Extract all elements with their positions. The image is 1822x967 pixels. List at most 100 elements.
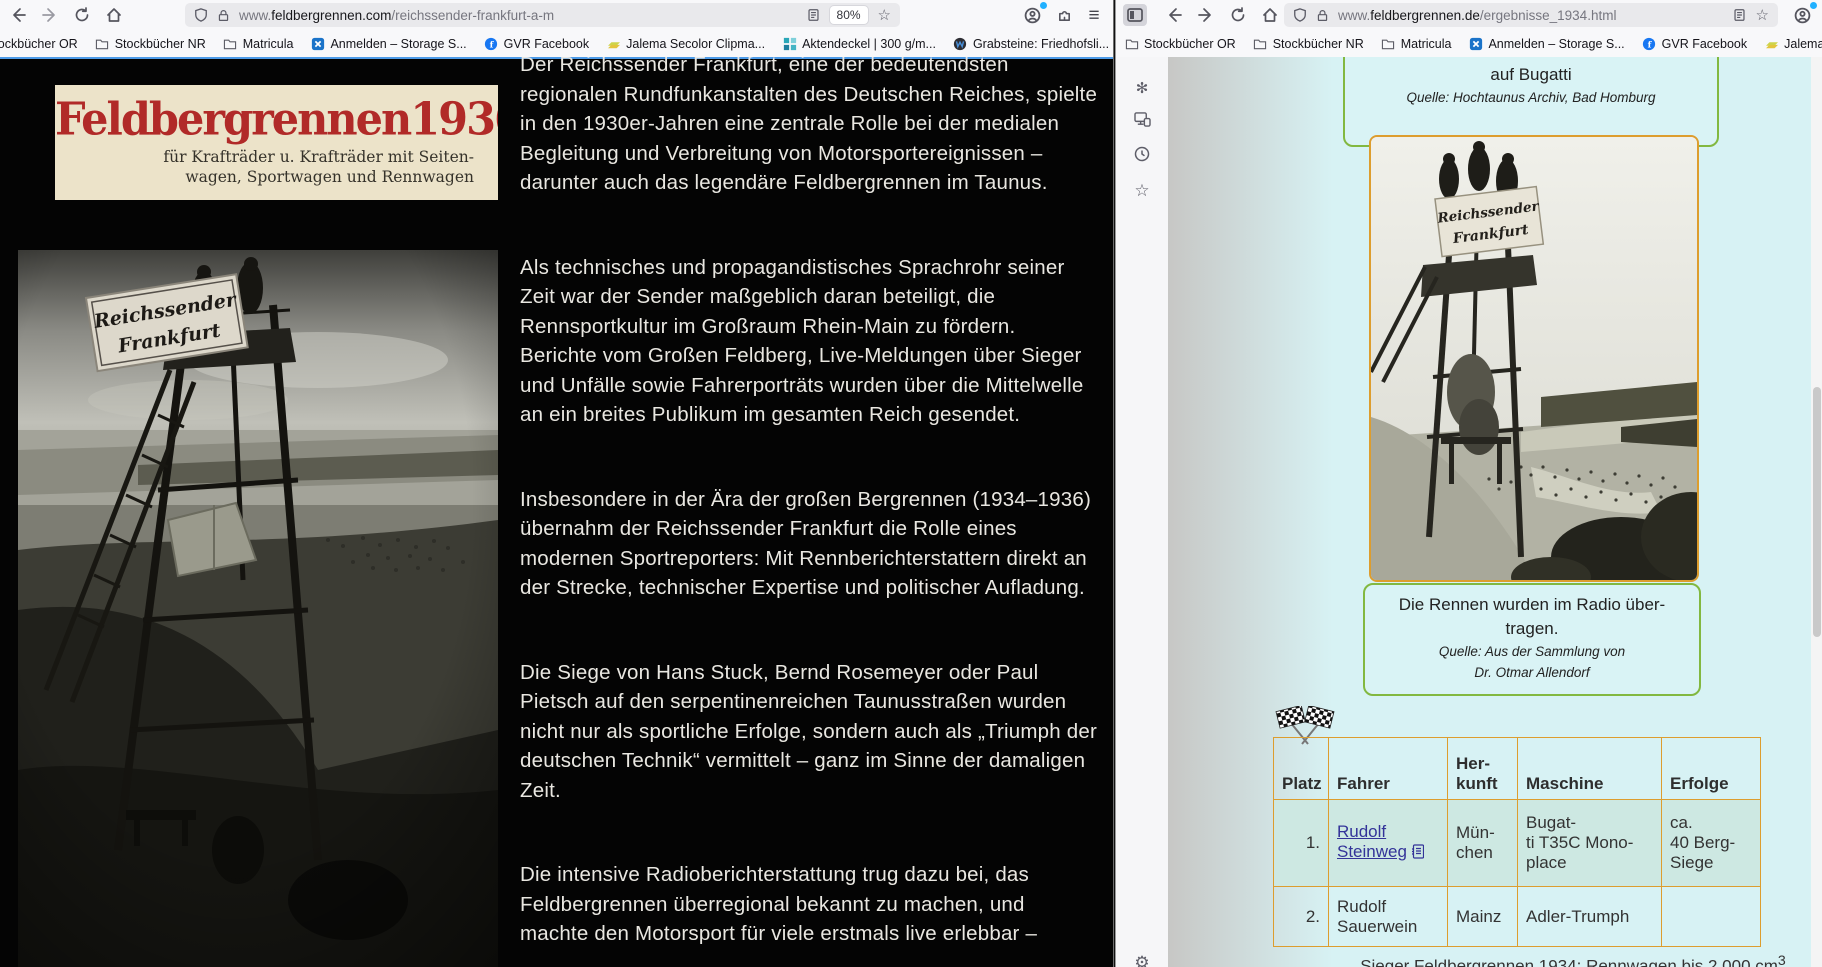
results-page: auf Bugatti Quelle: Hochtaunus Archiv, B… bbox=[1168, 57, 1822, 967]
reload-button[interactable] bbox=[70, 4, 94, 26]
reader-view-icon[interactable] bbox=[807, 8, 820, 22]
account-icon[interactable] bbox=[1790, 4, 1814, 26]
bookmark-item[interactable]: Stockbücher NR bbox=[1253, 36, 1364, 51]
folder-icon bbox=[1124, 36, 1139, 51]
bookmark-item[interactable]: Stockbücher OR bbox=[1124, 36, 1236, 51]
scrollbar-thumb[interactable] bbox=[1813, 387, 1821, 637]
address-bar[interactable]: www.feldbergrennen.com/reichssender-fran… bbox=[185, 3, 900, 27]
poster-subtitle-line1: für Krafträder u. Krafträder mit Seiten- bbox=[163, 148, 474, 166]
zoom-level-badge[interactable]: 80% bbox=[830, 6, 868, 24]
lock-icon[interactable] bbox=[1316, 9, 1329, 22]
bookmark-item[interactable]: Matricula bbox=[223, 36, 294, 51]
tower-photo-left: Reichssender Frankfurt bbox=[18, 250, 498, 967]
reader-view-icon[interactable] bbox=[1733, 8, 1746, 22]
shield-icon[interactable] bbox=[194, 8, 208, 22]
url-www: www. bbox=[239, 8, 271, 23]
bookmark-label: Matricula bbox=[1401, 37, 1452, 51]
caption-top-source: Quelle: Hochtaunus Archiv, Bad Homburg bbox=[1345, 87, 1717, 108]
jalema-icon bbox=[1764, 36, 1779, 51]
paragraph: Der Reichssender Frankfurt, eine der bed… bbox=[520, 57, 1098, 198]
bookmark-label: Stockbücher NR bbox=[1273, 37, 1364, 51]
grabsteine-icon bbox=[953, 36, 968, 51]
url-text[interactable]: www.feldbergrennen.de/ergebnisse_1934.ht… bbox=[1338, 8, 1733, 23]
bookmark-label: Aktendeckel | 300 g/m... bbox=[802, 37, 936, 51]
back-button[interactable] bbox=[1162, 4, 1186, 26]
url-path: /ergebnisse_1934.html bbox=[1480, 8, 1617, 23]
race-poster-image: Feldbergrennen1936 für Krafträder u. Kra… bbox=[55, 85, 498, 200]
paragraph: Die intensive Radioberichterstattung tru… bbox=[520, 860, 1098, 949]
caption-bottom-text: Die Rennen wurden im Radio über- tragen. bbox=[1365, 593, 1699, 641]
reload-button[interactable] bbox=[1226, 4, 1250, 26]
right-page-content: ✻ ☆ ⚙ auf Bugatti Quelle: Hochtaunus Arc… bbox=[1116, 57, 1822, 967]
synced-tabs-icon[interactable] bbox=[1116, 112, 1168, 130]
folder-icon bbox=[95, 36, 110, 51]
screenshot-stage: www.feldbergrennen.com/reichssender-fran… bbox=[0, 0, 1822, 967]
bookmark-item[interactable]: Stockbücher NR bbox=[95, 36, 206, 51]
bookmark-item[interactable]: Grabsteine: Friedhofsli... bbox=[953, 36, 1109, 51]
bookmark-item[interactable]: Stockbücher OR bbox=[0, 36, 78, 51]
forward-button[interactable] bbox=[38, 4, 62, 26]
cell-fahrer: Rudolf Steinweg bbox=[1329, 800, 1448, 887]
col-fahrer: Fahrer bbox=[1329, 738, 1448, 800]
address-bar[interactable]: www.feldbergrennen.de/ergebnisse_1934.ht… bbox=[1284, 3, 1778, 27]
tower-photo-right: Reichssender Frankfurt bbox=[1369, 135, 1699, 582]
bookmark-label: GVR Facebook bbox=[504, 37, 589, 51]
bookmark-item[interactable]: Aktendeckel | 300 g/m... bbox=[782, 36, 936, 51]
poster-title: Feldbergrennen1936 bbox=[55, 94, 498, 147]
right-bookmarks-bar: Stockbücher OR Stockbücher NR Matricula … bbox=[1116, 30, 1822, 58]
cell-fahrer: Rudolf Sauerwein bbox=[1329, 887, 1448, 947]
cell-erfolge bbox=[1662, 887, 1761, 947]
notification-dot bbox=[1810, 2, 1817, 9]
bookmark-star-icon[interactable]: ☆ bbox=[1756, 8, 1769, 23]
page-scrollbar[interactable] bbox=[1811, 57, 1822, 967]
bookmark-label: Stockbücher NR bbox=[115, 37, 206, 51]
caption-box-top: auf Bugatti Quelle: Hochtaunus Archiv, B… bbox=[1343, 57, 1719, 147]
ai-chatbot-icon[interactable]: ✻ bbox=[1116, 81, 1168, 96]
bookmark-item[interactable]: f GVR Facebook bbox=[484, 36, 589, 51]
bookmark-label: GVR Facebook bbox=[1662, 37, 1747, 51]
bookmark-label: Anmelden – Storage S... bbox=[1488, 37, 1624, 51]
table-row: 1. Rudolf Steinweg Mün- chen Bugat- ti T… bbox=[1274, 800, 1761, 887]
home-button[interactable] bbox=[1258, 4, 1282, 26]
back-button[interactable] bbox=[6, 4, 30, 26]
bookmark-item[interactable]: Jalema Secolor Clipma... bbox=[606, 36, 765, 51]
poster-subtitle: für Krafträder u. Krafträder mit Seiten-… bbox=[55, 147, 498, 187]
document-note-icon[interactable] bbox=[1411, 844, 1424, 864]
bookmarks-icon[interactable]: ☆ bbox=[1116, 182, 1168, 199]
home-button[interactable] bbox=[102, 4, 126, 26]
bookmark-item[interactable]: Matricula bbox=[1381, 36, 1452, 51]
folder-icon bbox=[1381, 36, 1396, 51]
section-footer-text: Sieger Feldbergrennen 1934: Rennwagen bi… bbox=[1273, 953, 1822, 967]
settings-icon[interactable]: ⚙ bbox=[1116, 954, 1168, 967]
sidebar-toggle-button[interactable] bbox=[1123, 4, 1147, 26]
forward-button[interactable] bbox=[1194, 4, 1218, 26]
notification-dot bbox=[1040, 2, 1047, 9]
bookmark-item[interactable]: Jalema Secolor Clipma... bbox=[1764, 36, 1822, 51]
menu-button[interactable]: ≡ bbox=[1082, 4, 1106, 26]
poster-subtitle-line2: wagen, Sportwagen und Rennwagen bbox=[185, 168, 474, 186]
bookmark-item[interactable]: Anmelden – Storage S... bbox=[310, 36, 466, 51]
aktendeckel-icon bbox=[782, 36, 797, 51]
col-maschine: Maschine bbox=[1518, 738, 1662, 800]
url-path: /reichssender-frankfurt-a-m bbox=[391, 8, 554, 23]
history-icon[interactable] bbox=[1116, 146, 1168, 165]
bookmark-item[interactable]: f GVR Facebook bbox=[1642, 36, 1747, 51]
facebook-icon: f bbox=[484, 36, 499, 51]
storage-share-icon bbox=[310, 36, 325, 51]
left-bookmarks-bar: Stockbücher OR Stockbücher NR Matricula … bbox=[0, 30, 1113, 58]
bookmark-label: Stockbücher OR bbox=[1144, 37, 1236, 51]
cell-platz: 2. bbox=[1274, 887, 1329, 947]
driver-link[interactable]: Rudolf Steinweg bbox=[1337, 822, 1407, 861]
extension-icon[interactable] bbox=[1052, 4, 1076, 26]
url-text[interactable]: www.feldbergrennen.com/reichssender-fran… bbox=[239, 8, 807, 23]
lock-icon[interactable] bbox=[217, 9, 230, 22]
article-text: Der Reichssender Frankfurt, eine der bed… bbox=[520, 57, 1098, 967]
url-domain: feldbergrennen.de bbox=[1370, 8, 1480, 23]
account-icon[interactable] bbox=[1020, 4, 1044, 26]
left-toolbar: www.feldbergrennen.com/reichssender-fran… bbox=[0, 0, 1113, 30]
cell-maschine: Adler-Trumph bbox=[1518, 887, 1662, 947]
bookmark-star-icon[interactable]: ☆ bbox=[878, 8, 891, 23]
bookmark-item[interactable]: Anmelden – Storage S... bbox=[1468, 36, 1624, 51]
shield-icon[interactable] bbox=[1293, 8, 1307, 22]
table-row: 2. Rudolf Sauerwein Mainz Adler-Trumph bbox=[1274, 887, 1761, 947]
